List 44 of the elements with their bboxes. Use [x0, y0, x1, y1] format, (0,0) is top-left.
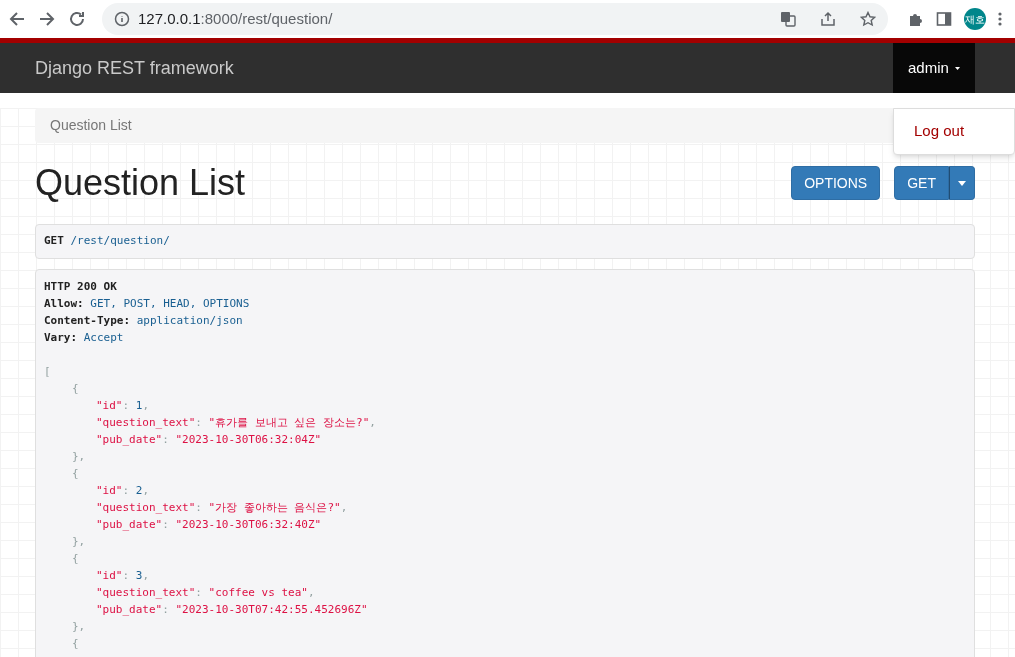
json-field: "id": 3,: [44, 567, 966, 584]
back-icon[interactable]: [8, 10, 26, 28]
json-field: "id": 2,: [44, 482, 966, 499]
request-line: GET /rest/question/: [44, 233, 170, 250]
get-button[interactable]: GET: [894, 166, 949, 200]
breadcrumb-link[interactable]: Question List: [50, 115, 132, 136]
page-title: Question List: [35, 161, 247, 205]
json-bracket: [: [44, 364, 52, 380]
json-field: "question_text": "휴가를 보내고 싶은 장소는?",: [44, 414, 966, 431]
more-icon[interactable]: [998, 11, 1002, 27]
status-line: HTTP 200 OK: [44, 279, 118, 295]
json-brace: {: [71, 466, 80, 482]
puzzle-icon[interactable]: [908, 11, 924, 27]
reload-icon[interactable]: [68, 10, 86, 28]
header-line: Content-Type: application/json: [44, 313, 244, 329]
json-field: "pub_date": "2023-10-30T07:42:55.452696Z": [44, 601, 966, 618]
json-field: "pub_date": "2023-10-30T06:32:40Z": [44, 516, 966, 533]
side-panel-icon[interactable]: [936, 11, 952, 27]
json-brace: },: [71, 449, 87, 465]
user-menu-button[interactable]: admin: [893, 43, 975, 93]
json-field: "pub_date": "2023-10-30T06:32:04Z": [44, 431, 966, 448]
profile-avatar[interactable]: 재호: [964, 8, 986, 30]
caret-icon: [954, 65, 960, 71]
json-brace: },: [71, 619, 87, 635]
options-button[interactable]: OPTIONS: [791, 166, 881, 200]
forward-icon[interactable]: [38, 10, 56, 28]
caret-icon: [958, 180, 966, 186]
json-brace: {: [71, 551, 80, 567]
dropdown-toggle-button[interactable]: [949, 166, 975, 200]
json-brace: },: [71, 534, 87, 550]
info-icon[interactable]: [114, 11, 130, 27]
header-line: Allow: GET, POST, HEAD, OPTIONS: [44, 296, 251, 312]
json-field: "question_text": "coffee vs tea",: [44, 584, 966, 601]
json-brace: {: [71, 381, 80, 397]
url-text: 127.0.0.1:8000/rest/question/: [138, 8, 333, 29]
share-icon[interactable]: [820, 11, 836, 27]
header-line: Vary: Accept: [44, 330, 125, 346]
brand-link[interactable]: Django REST framework: [35, 54, 234, 82]
address-bar[interactable]: 127.0.0.1:8000/rest/question/: [102, 3, 888, 35]
json-field: "question_text": "가장 좋아하는 음식은?",: [44, 499, 966, 516]
json-field: "id": 1,: [44, 397, 966, 414]
json-brace: {: [71, 636, 80, 652]
star-icon[interactable]: [860, 11, 876, 27]
translate-icon[interactable]: [780, 11, 796, 27]
